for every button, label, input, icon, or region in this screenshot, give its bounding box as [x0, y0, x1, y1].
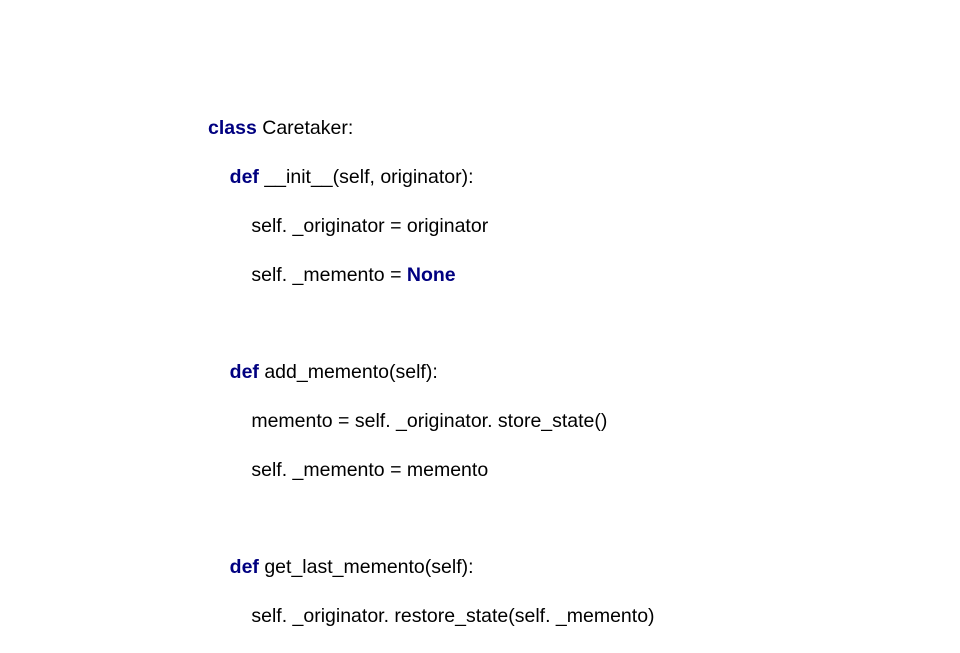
- code-line-11: self. _originator. restore_state(self. _…: [208, 604, 655, 628]
- code-text: __init__(self, originator):: [259, 166, 474, 188]
- code-line-7: memento = self. _originator. store_state…: [208, 409, 655, 433]
- code-line-6: def add_memento(self):: [208, 360, 655, 384]
- code-text: self. _memento = memento: [251, 459, 488, 481]
- keyword-def: def: [230, 361, 259, 383]
- code-text: Caretaker:: [257, 117, 353, 139]
- keyword-class: class: [208, 117, 257, 139]
- code-blank-1: [208, 311, 655, 335]
- code-text: memento = self. _originator. store_state…: [251, 410, 607, 432]
- code-text: get_last_memento(self):: [259, 556, 474, 578]
- keyword-def: def: [230, 556, 259, 578]
- code-line-1: class Caretaker:: [208, 116, 655, 140]
- code-line-8: self. _memento = memento: [208, 458, 655, 482]
- code-text: self. _originator = originator: [251, 215, 488, 237]
- code-line-2: def __init__(self, originator):: [208, 165, 655, 189]
- keyword-def: def: [230, 166, 259, 188]
- code-blank-2: [208, 506, 655, 530]
- code-line-10: def get_last_memento(self):: [208, 555, 655, 579]
- code-block: class Caretaker: def __init__(self, orig…: [208, 92, 655, 653]
- code-line-4: self. _memento = None: [208, 263, 655, 287]
- keyword-none: None: [407, 264, 456, 286]
- code-line-3: self. _originator = originator: [208, 214, 655, 238]
- code-text: self. _memento =: [251, 264, 407, 286]
- code-text: self. _originator. restore_state(self. _…: [251, 605, 654, 627]
- code-text: add_memento(self):: [259, 361, 438, 383]
